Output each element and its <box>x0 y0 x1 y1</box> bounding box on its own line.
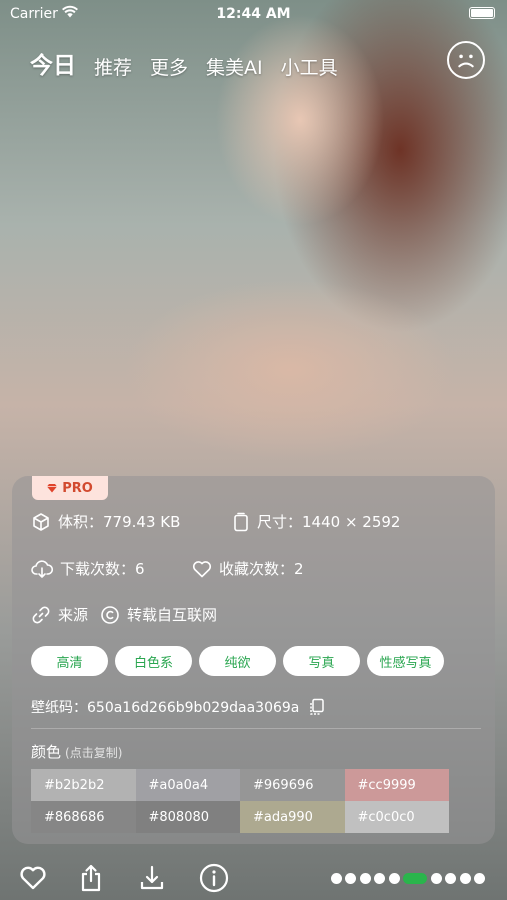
page-dot <box>330 873 342 884</box>
battery-icon <box>469 7 495 19</box>
source-row: 来源 转载自互联网 <box>31 604 217 625</box>
download-icon <box>140 865 164 890</box>
share-button[interactable] <box>76 863 106 893</box>
favorites-row: 收藏次数：2 <box>192 558 304 579</box>
info-button[interactable] <box>199 863 229 893</box>
page-indicator <box>327 873 485 884</box>
color-swatch[interactable]: #808080 <box>135 801 240 833</box>
cloud-download-icon <box>31 559 53 578</box>
tag-list: 高清 白色系 纯欲 写真 性感写真 <box>31 646 451 676</box>
downloads-text: 下载次数：6 <box>60 560 145 578</box>
pro-badge: PRO <box>32 476 108 500</box>
heart-outline-icon <box>192 560 212 577</box>
tag-chip[interactable]: 纯欲 <box>199 646 276 676</box>
phone-size-icon <box>234 512 248 531</box>
dimensions-row: 尺寸：1440 × 2592 <box>232 511 400 532</box>
colors-hint: (点击复制) <box>65 746 123 760</box>
pro-label: PRO <box>62 480 93 496</box>
download-button[interactable] <box>137 863 167 893</box>
downloads-row: 下载次数：6 <box>31 558 145 579</box>
source-value[interactable]: 转载自互联网 <box>127 604 217 625</box>
user-avatar-icon[interactable] <box>447 41 485 79</box>
heart-icon <box>20 866 46 890</box>
tab-more[interactable]: 更多 <box>150 53 188 80</box>
tag-chip[interactable]: 写真 <box>283 646 360 676</box>
colors-title: 颜色 (点击复制) <box>31 741 122 762</box>
top-nav: 今日 推荐 更多 集美AI 小工具 <box>30 44 356 80</box>
wallpaper-code-row: 壁纸码：650a16d266b9b029daa3069a <box>31 697 333 717</box>
page-dot <box>445 873 456 884</box>
link-icon <box>32 606 50 623</box>
color-swatch[interactable]: #c0c0c0 <box>344 801 449 833</box>
dimensions-text: 尺寸：1440 × 2592 <box>257 513 401 531</box>
tag-chip[interactable]: 高清 <box>31 646 108 676</box>
tab-tools[interactable]: 小工具 <box>281 53 338 80</box>
colors-title-text: 颜色 <box>31 743 62 761</box>
tab-jimei-ai[interactable]: 集美AI <box>206 53 263 80</box>
page-dot <box>430 873 442 884</box>
source-label: 来源 <box>58 606 89 624</box>
diamond-icon <box>47 484 58 493</box>
color-swatch-grid: #b2b2b2 #a0a0a4 #969696 #cc9999 #868686 … <box>31 769 449 833</box>
color-swatch[interactable]: #969696 <box>240 769 345 801</box>
favorite-button[interactable] <box>18 863 48 893</box>
page-dot <box>474 873 485 884</box>
page-dot <box>359 873 371 884</box>
info-icon <box>199 863 229 893</box>
cube-icon <box>33 512 49 531</box>
page-dot <box>345 873 356 884</box>
clock: 12:44 AM <box>216 6 291 22</box>
copy-icon[interactable] <box>308 698 326 716</box>
color-swatch[interactable]: #cc9999 <box>344 769 449 801</box>
page-dot <box>374 873 385 884</box>
tag-chip[interactable]: 性感写真 <box>367 646 444 676</box>
status-bar: Carrier 12:44 AM <box>0 0 507 28</box>
color-swatch[interactable]: #a0a0a4 <box>135 769 240 801</box>
favorites-text: 收藏次数：2 <box>219 560 304 578</box>
divider <box>31 728 481 729</box>
wallpaper-code-text: 壁纸码：650a16d266b9b029daa3069a <box>31 700 300 716</box>
tab-recommend[interactable]: 推荐 <box>94 53 132 80</box>
copyright-icon <box>101 605 119 624</box>
share-icon <box>81 864 101 892</box>
page-dot <box>388 873 400 884</box>
file-size-row: 体积：779.43 KB <box>31 511 180 532</box>
file-size-text: 体积：779.43 KB <box>58 513 181 531</box>
page-dot <box>459 873 471 884</box>
tab-today[interactable]: 今日 <box>30 46 76 80</box>
page-dot-active <box>403 873 427 884</box>
color-swatch[interactable]: #b2b2b2 <box>31 769 136 801</box>
color-swatch[interactable]: #868686 <box>31 801 136 833</box>
tag-chip[interactable]: 白色系 <box>115 646 192 676</box>
color-swatch[interactable]: #ada990 <box>240 801 345 833</box>
